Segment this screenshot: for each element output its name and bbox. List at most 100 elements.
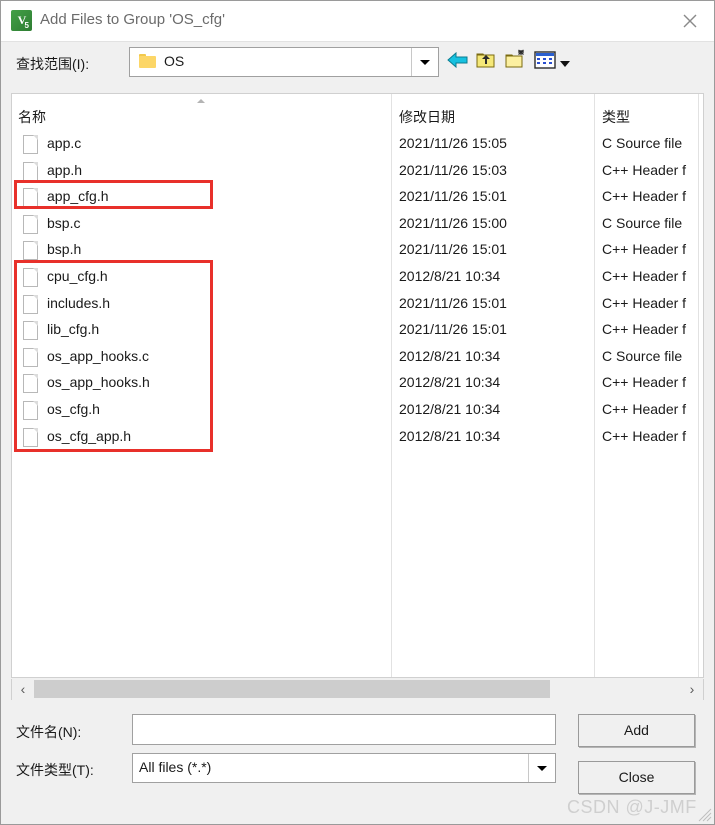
file-icon: [23, 188, 38, 208]
file-row[interactable]: cpu_cfg.h 2012/8/21 10:34 C++ Header f: [1, 265, 694, 291]
file-date: 2021/11/26 15:01: [399, 321, 507, 338]
lookin-combobox[interactable]: OS: [129, 47, 439, 77]
file-name: os_cfg_app.h: [47, 427, 132, 444]
file-date: 2012/8/21 10:34: [399, 427, 501, 444]
uvision-icon: V 5: [11, 10, 32, 31]
file-type: C++ Header f: [602, 241, 687, 258]
filetype-combobox[interactable]: All files (*.*): [132, 753, 556, 783]
scroll-left-button[interactable]: ‹: [12, 679, 34, 698]
title-bar: V 5 Add Files to Group 'OS_cfg': [1, 1, 714, 42]
file-icon: [23, 321, 38, 341]
file-icon: [23, 347, 38, 367]
filename-label: 文件名(N):: [16, 724, 82, 740]
file-row[interactable]: app.c 2021/11/26 15:05 C Source file: [1, 132, 694, 158]
file-name: os_cfg.h: [47, 401, 100, 417]
file-row[interactable]: bsp.c 2021/11/26 15:00 C Source file: [1, 212, 694, 238]
file-type: C++ Header f: [602, 188, 687, 205]
chevron-down-icon: [537, 766, 547, 771]
close-button[interactable]: [666, 1, 714, 40]
column-header-type[interactable]: 类型: [602, 107, 630, 127]
file-row[interactable]: os_app_hooks.c 2012/8/21 10:34 C Source fi…: [1, 345, 694, 371]
add-files-dialog: V 5 Add Files to Group 'OS_cfg' 查找范围(I):…: [0, 0, 715, 825]
column-header-name[interactable]: 名称: [18, 107, 46, 127]
column-divider: [698, 94, 699, 677]
file-name: cpu_cfg.h: [47, 268, 108, 284]
scroll-right-button[interactable]: ›: [681, 679, 703, 698]
file-name: app_cfg.h: [47, 188, 109, 205]
lookin-row: 查找范围(I): OS: [1, 42, 714, 86]
back-arrow-icon: [447, 51, 468, 69]
file-icon: [23, 161, 38, 181]
up-one-level-button[interactable]: [473, 47, 503, 75]
file-date: 2012/8/21 10:34: [399, 401, 501, 417]
file-name: bsp.c: [47, 214, 81, 231]
file-row[interactable]: includes.h 2021/11/26 15:01 C++ Header f: [1, 292, 694, 318]
file-icon: [23, 401, 38, 420]
file-row[interactable]: lib_cfg.h 2021/11/26 15:01 C++ Header f: [1, 318, 694, 344]
file-name: app.c: [47, 135, 82, 151]
file-date: 2021/11/26 15:00: [399, 214, 507, 231]
folder-icon: [139, 54, 156, 68]
file-name: app.h: [47, 161, 83, 178]
file-row[interactable]: app_cfg.h 2021/11/26 15:01 C++ Header f: [1, 185, 694, 211]
file-name: os_app_hooks.c: [47, 347, 149, 364]
file-type: C++ Header f: [602, 294, 687, 311]
file-type: C++ Header f: [602, 374, 687, 391]
file-icon: [23, 294, 38, 314]
file-icon: [23, 374, 38, 394]
file-type: C Source file: [602, 135, 683, 151]
window-title: Add Files to Group 'OS_cfg': [40, 11, 225, 28]
file-name: bsp.h: [47, 241, 82, 258]
file-row[interactable]: os_cfg.h 2012/8/21 10:34 C++ Header f: [1, 398, 694, 424]
resize-grip-icon[interactable]: [698, 808, 712, 822]
file-name: includes.h: [47, 294, 111, 311]
file-type: C Source file: [602, 214, 683, 231]
file-row[interactable]: app.h 2021/11/26 15:03 C++ Header f: [1, 159, 694, 185]
file-date: 2021/11/26 15:01: [399, 294, 507, 311]
file-date: 2021/11/26 15:01: [399, 241, 507, 258]
file-type: C++ Header f: [602, 161, 687, 178]
lookin-current-folder: OS: [164, 53, 185, 69]
chevron-right-icon: ›: [689, 681, 695, 697]
sort-ascending-icon: [197, 99, 205, 103]
file-row[interactable]: bsp.h 2021/11/26 15:01 C++ Header f: [1, 238, 694, 264]
filetype-selected-value: All files (*.*): [139, 759, 212, 775]
add-button[interactable]: Add: [578, 714, 695, 747]
file-name: lib_cfg.h: [47, 321, 100, 338]
file-icon: [23, 214, 38, 234]
file-type: C++ Header f: [602, 401, 687, 417]
file-icon: [23, 241, 38, 261]
chevron-left-icon: ‹: [20, 681, 26, 697]
lookin-label: 查找范围(I):: [16, 56, 90, 72]
file-date: 2021/11/26 15:05: [399, 135, 507, 151]
scrollbar-thumb[interactable]: [34, 680, 550, 698]
file-type: C++ Header f: [602, 268, 687, 284]
close-dialog-button[interactable]: Close: [578, 761, 695, 794]
file-icon: [23, 427, 38, 447]
file-date: 2021/11/26 15:01: [399, 188, 507, 205]
file-name: os_app_hooks.h: [47, 374, 150, 391]
filetype-label: 文件类型(T):: [16, 762, 94, 778]
up-one-level-icon: [476, 53, 495, 68]
file-date: 2021/11/26 15:03: [399, 161, 507, 178]
watermark: CSDN @J-JMF: [567, 797, 697, 817]
file-date: 2012/8/21 10:34: [399, 374, 501, 391]
horizontal-scrollbar[interactable]: ‹ ›: [11, 679, 704, 700]
file-type: C Source file: [602, 347, 683, 364]
file-date: 2012/8/21 10:34: [399, 347, 501, 364]
filetype-dropdown-button[interactable]: [528, 754, 555, 782]
filename-input[interactable]: [132, 714, 556, 745]
file-type: C++ Header f: [602, 427, 687, 444]
file-row[interactable]: os_cfg_app.h 2012/8/21 10:34 C++ Header f: [1, 425, 694, 451]
back-button[interactable]: [445, 47, 475, 75]
new-folder-button[interactable]: [503, 47, 533, 75]
file-row[interactable]: os_app_hooks.h 2012/8/21 10:34 C++ Header …: [1, 371, 694, 397]
column-header-date[interactable]: 修改日期: [399, 107, 455, 127]
file-icon: [23, 135, 38, 154]
uvision-icon-subscript: 5: [24, 21, 29, 30]
views-button[interactable]: [532, 47, 572, 75]
chevron-down-icon: [420, 60, 430, 65]
file-icon: [23, 268, 38, 287]
lookin-dropdown-button[interactable]: [411, 48, 438, 76]
file-type: C++ Header f: [602, 321, 687, 338]
